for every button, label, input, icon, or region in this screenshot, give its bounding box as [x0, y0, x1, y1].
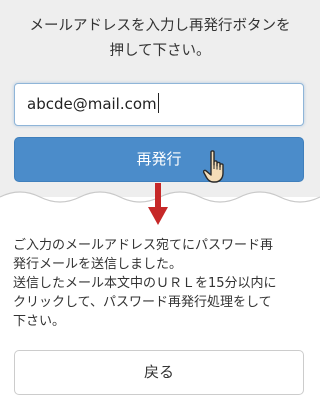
sent-message-line-3: 送信したメール本文中のＵＲＬを15分以内に [13, 276, 277, 291]
instruction-text: メールアドレスを入力し再発行ボタンを 押して下さい。 [8, 14, 312, 64]
sent-message: ご入力のメールアドレス宛てにパスワード再 発行メールを送信しました。 送信したメ… [13, 236, 309, 331]
instruction-line-1: メールアドレスを入力し再発行ボタンを [29, 18, 291, 34]
sent-message-line-5: 下さい。 [13, 314, 66, 329]
back-button[interactable]: 戻る [14, 350, 304, 395]
instruction-line-2: 押して下さい。 [109, 43, 211, 59]
sent-message-line-1: ご入力のメールアドレス宛てにパスワード再 [13, 238, 274, 253]
email-field-value: abcde@mail.com [27, 95, 157, 113]
reissue-button[interactable]: 再発行 [14, 137, 304, 182]
down-arrow-icon [148, 183, 168, 225]
reissue-button-label: 再発行 [136, 150, 182, 168]
email-field[interactable]: abcde@mail.com [14, 83, 304, 126]
sent-message-line-2: 発行メールを送信しました。 [13, 257, 183, 272]
sent-message-line-4: クリックして、パスワード再発行処理をして [13, 295, 272, 310]
text-caret [157, 93, 159, 113]
pointing-hand-icon [203, 150, 224, 183]
input-section: メールアドレスを入力し再発行ボタンを 押して下さい。 abcde@mail.co… [0, 0, 320, 197]
back-button-label: 戻る [143, 363, 174, 381]
password-reset-page: メールアドレスを入力し再発行ボタンを 押して下さい。 abcde@mail.co… [0, 0, 320, 411]
